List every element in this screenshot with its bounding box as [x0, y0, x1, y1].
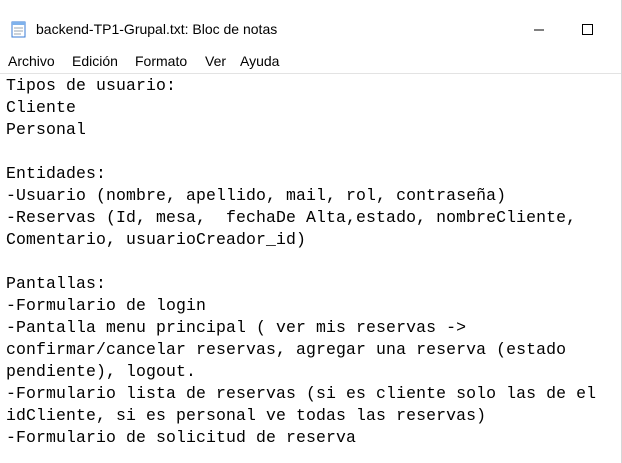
minimize-button[interactable]	[516, 10, 562, 46]
editor-line: Tipos de usuario:	[6, 76, 177, 95]
editor-line: -Formulario de login	[6, 296, 207, 315]
editor-line: Personal	[6, 120, 87, 139]
title-bar[interactable]: backend-TP1-Grupal.txt: Bloc de notas	[0, 0, 622, 46]
editor-line: idCliente, si es personal ve todas las r…	[6, 406, 487, 425]
editor-line: -Formulario de solicitud de reserva	[6, 428, 357, 447]
menu-archivo[interactable]: Archivo	[8, 53, 55, 69]
maximize-icon	[582, 24, 593, 35]
window-title: backend-TP1-Grupal.txt: Bloc de notas	[36, 21, 278, 37]
editor-line: Pantallas:	[6, 274, 107, 293]
text-editor[interactable]: Tipos de usuario: Cliente Personal Entid…	[0, 74, 622, 463]
editor-line: Comentario, usuarioCreador_id)	[6, 230, 307, 249]
editor-line: -Pantalla menu principal ( ver mis reser…	[6, 318, 467, 337]
editor-line: -Formulario lista de reservas (si es cli…	[6, 384, 597, 403]
menu-formato[interactable]: Formato	[135, 53, 187, 69]
editor-line: Entidades:	[6, 164, 107, 183]
editor-line: pendiente), logout.	[6, 362, 197, 381]
minimize-icon	[534, 29, 544, 31]
menu-ayuda[interactable]: Ayuda	[240, 53, 279, 69]
menu-bar: Archivo Edición Formato Ver Ayuda	[0, 50, 622, 72]
editor-line: confirmar/cancelar reservas, agregar una…	[6, 340, 567, 359]
maximize-button[interactable]	[564, 10, 610, 46]
notepad-window: backend-TP1-Grupal.txt: Bloc de notas Ar…	[0, 0, 622, 463]
editor-line: -Reservas (Id, mesa, fechaDe Alta,estado…	[6, 208, 577, 227]
editor-line: -Usuario (nombre, apellido, mail, rol, c…	[6, 186, 507, 205]
menu-edicion[interactable]: Edición	[72, 53, 118, 69]
menu-ver[interactable]: Ver	[205, 53, 226, 69]
editor-line: Cliente	[6, 98, 77, 117]
notepad-icon	[10, 20, 28, 38]
